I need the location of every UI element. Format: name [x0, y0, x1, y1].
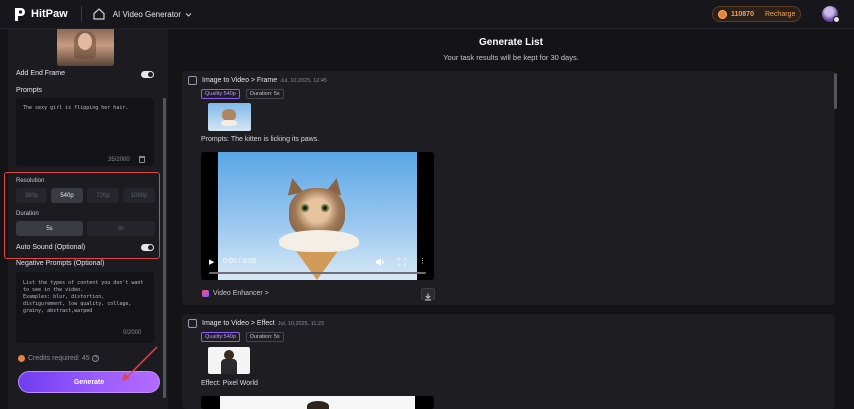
- home-icon[interactable]: [92, 7, 106, 21]
- task-card: Image to Video > Effect Jul, 10,2025, 11…: [182, 314, 835, 409]
- task-type-icon: [188, 319, 197, 328]
- task-date: Jul, 10,2025, 11:23: [277, 320, 325, 327]
- end-frame-image[interactable]: [57, 29, 114, 66]
- duration-option-5s[interactable]: 5s: [16, 221, 83, 236]
- main-scrollbar[interactable]: [834, 73, 837, 109]
- quality-tag: Quality:540p: [201, 332, 240, 342]
- negative-prompts-label: Negative Prompts (Optional): [16, 260, 105, 267]
- video-time: 0:00 / 0:05: [223, 258, 257, 265]
- auto-sound-label: Auto Sound (Optional): [16, 244, 86, 251]
- chevron-down-icon[interactable]: [185, 11, 192, 18]
- generate-button[interactable]: Generate: [18, 371, 160, 393]
- duration-label: Duration: [16, 211, 39, 217]
- page-title: Generate List: [479, 37, 543, 48]
- app-root: HitPaw AI Video Generator 110870 Recharg…: [0, 0, 854, 409]
- video-enhancer-link[interactable]: Video Enhancer >: [202, 290, 269, 297]
- prompts-label: Prompts: [16, 87, 43, 94]
- credits-required-text: Credits required: 45: [28, 355, 90, 362]
- brand-logo[interactable]: HitPaw: [14, 7, 68, 22]
- prompt-char-count: 35/2000: [108, 157, 130, 163]
- negative-prompt-placeholder: List the types of content you don't want…: [23, 280, 144, 314]
- resolution-option-540p[interactable]: 540p: [51, 188, 83, 203]
- download-icon: [425, 293, 431, 301]
- prompt-text: The sexy girl is flipping her hair.: [23, 105, 129, 111]
- credits-required: Credits required: 45 ?: [18, 355, 100, 362]
- image-face: [78, 33, 92, 50]
- play-icon[interactable]: ▶: [209, 258, 214, 266]
- video-enhancer-label: Video Enhancer >: [213, 290, 269, 297]
- add-end-frame-toggle[interactable]: [141, 71, 154, 78]
- more-options-icon[interactable]: ⋮: [419, 257, 426, 265]
- source-image-thumb[interactable]: [208, 347, 250, 374]
- task-prompt: Prompts: The kitten is licking its paws.: [201, 136, 320, 143]
- task-header: Image to Video > Frame Jul, 10,2025, 12:…: [188, 76, 327, 85]
- brand-name: HitPaw: [31, 8, 68, 20]
- video-player[interactable]: ▶ 0:00 / 0:05 ⋮: [201, 152, 434, 280]
- thumb-person-body: [221, 359, 237, 374]
- kitten-eye-right: [321, 204, 329, 212]
- fullscreen-icon[interactable]: [398, 258, 406, 266]
- help-icon[interactable]: ?: [92, 355, 100, 362]
- task-effect: Effect: Pixel World: [201, 380, 258, 387]
- task-type-icon: [188, 76, 197, 85]
- resolution-label: Resolution: [16, 178, 45, 184]
- video-person-hair: [307, 401, 329, 409]
- negative-char-count: 0/2000: [123, 330, 142, 336]
- video-player[interactable]: [201, 396, 434, 409]
- thumb-cream: [221, 120, 237, 126]
- download-button[interactable]: [421, 288, 435, 301]
- left-scrollbar[interactable]: [163, 98, 166, 398]
- page-subtitle: Your task results will be kept for 30 da…: [443, 53, 579, 62]
- quality-tag: Quality:540p: [201, 89, 240, 99]
- task-title: Image to Video > Effect: [202, 320, 275, 327]
- task-date: Jul, 10,2025, 12:45: [280, 77, 327, 84]
- duration-tag: Duration: 5s: [246, 332, 284, 342]
- auto-sound-toggle[interactable]: [141, 244, 154, 251]
- divider: [80, 6, 82, 22]
- volume-icon[interactable]: [376, 258, 385, 266]
- resolution-option-1080p[interactable]: 1080p: [123, 188, 155, 203]
- nav-title[interactable]: AI Video Generator: [113, 10, 181, 19]
- task-title: Image to Video > Frame: [202, 77, 278, 84]
- resolution-option-360p[interactable]: 360p: [16, 188, 47, 203]
- trash-icon[interactable]: [139, 156, 145, 163]
- source-image-thumb[interactable]: [208, 103, 251, 131]
- coin-icon: [718, 9, 727, 19]
- add-end-frame-label: Add End Frame: [16, 70, 66, 77]
- task-header: Image to Video > Effect Jul, 10,2025, 11…: [188, 319, 324, 328]
- video-progress-bar[interactable]: [209, 272, 426, 274]
- credits-balance[interactable]: 110870 Recharge: [712, 6, 801, 22]
- avatar-status-badge: [833, 16, 840, 23]
- task-card: Image to Video > Frame Jul, 10,2025, 12:…: [182, 71, 835, 305]
- duration-tag: Duration: 5s: [246, 89, 284, 99]
- prompt-textarea[interactable]: The sexy girl is flipping her hair.: [16, 98, 154, 166]
- kitten-eye-left: [301, 204, 309, 212]
- hitpaw-logo-icon: [15, 7, 25, 21]
- recharge-link[interactable]: Recharge: [765, 11, 795, 18]
- resolution-option-720p[interactable]: 720p: [87, 188, 119, 203]
- coin-stack-icon: [18, 355, 25, 362]
- credits-value: 110870: [731, 10, 754, 18]
- enhancer-icon: [202, 290, 209, 297]
- duration-option-8s[interactable]: 8s: [87, 221, 155, 236]
- ice-cream: [279, 230, 359, 252]
